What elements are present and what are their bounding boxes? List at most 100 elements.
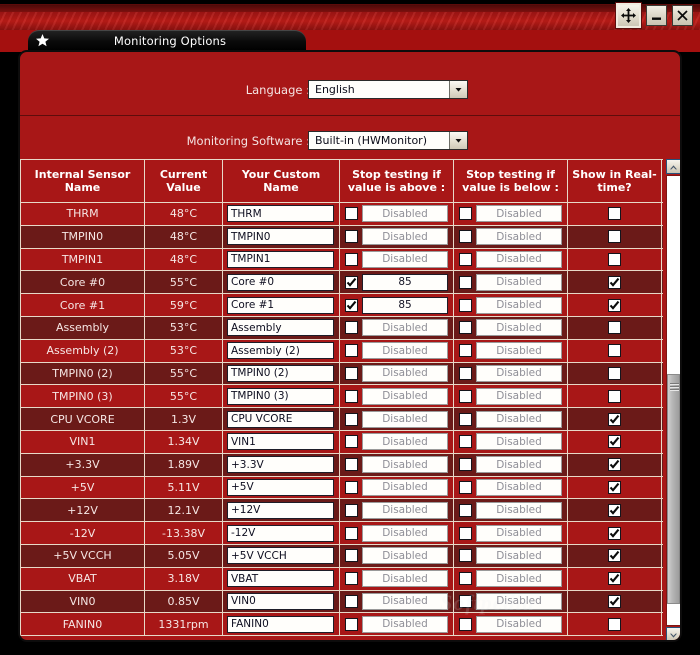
stop-above-checkbox[interactable] bbox=[345, 230, 358, 243]
stop-above-input[interactable]: Disabled bbox=[362, 616, 448, 633]
language-dropdown[interactable]: English bbox=[308, 80, 468, 99]
stop-below-input[interactable]: Disabled bbox=[476, 319, 562, 336]
custom-name-input[interactable]: +12V bbox=[227, 502, 334, 519]
stop-below-input[interactable]: Disabled bbox=[476, 479, 562, 496]
custom-name-input[interactable]: TMPIN0 bbox=[227, 228, 334, 245]
stop-above-input[interactable]: Disabled bbox=[362, 547, 448, 564]
custom-name-input[interactable]: TMPIN1 bbox=[227, 251, 334, 268]
show-realtime-checkbox[interactable] bbox=[608, 595, 621, 608]
stop-below-checkbox[interactable] bbox=[459, 458, 472, 471]
stop-above-checkbox[interactable] bbox=[345, 549, 358, 562]
stop-above-input[interactable]: Disabled bbox=[362, 342, 448, 359]
stop-above-input[interactable]: 85 bbox=[362, 274, 448, 291]
stop-above-input[interactable]: Disabled bbox=[362, 365, 448, 382]
stop-below-checkbox[interactable] bbox=[459, 344, 472, 357]
scroll-down-button[interactable] bbox=[666, 627, 681, 642]
stop-above-checkbox[interactable] bbox=[345, 390, 358, 403]
stop-below-input[interactable]: Disabled bbox=[476, 388, 562, 405]
stop-above-checkbox[interactable] bbox=[345, 253, 358, 266]
show-realtime-checkbox[interactable] bbox=[608, 458, 621, 471]
show-realtime-checkbox[interactable] bbox=[608, 435, 621, 448]
stop-below-input[interactable]: Disabled bbox=[476, 274, 562, 291]
show-realtime-checkbox[interactable] bbox=[608, 504, 621, 517]
stop-above-checkbox[interactable] bbox=[345, 572, 358, 585]
stop-below-checkbox[interactable] bbox=[459, 207, 472, 220]
stop-below-checkbox[interactable] bbox=[459, 572, 472, 585]
stop-below-checkbox[interactable] bbox=[459, 276, 472, 289]
stop-below-input[interactable]: Disabled bbox=[476, 433, 562, 450]
scrollbar-track[interactable] bbox=[666, 175, 681, 626]
show-realtime-checkbox[interactable] bbox=[608, 481, 621, 494]
stop-below-input[interactable]: Disabled bbox=[476, 547, 562, 564]
chevron-down-icon[interactable] bbox=[449, 81, 467, 98]
stop-below-checkbox[interactable] bbox=[459, 253, 472, 266]
stop-below-checkbox[interactable] bbox=[459, 549, 472, 562]
stop-above-checkbox[interactable] bbox=[345, 481, 358, 494]
show-realtime-checkbox[interactable] bbox=[608, 299, 621, 312]
stop-below-input[interactable]: Disabled bbox=[476, 365, 562, 382]
custom-name-input[interactable]: TMPIN0 (3) bbox=[227, 388, 334, 405]
stop-below-input[interactable]: Disabled bbox=[476, 525, 562, 542]
stop-above-checkbox[interactable] bbox=[345, 458, 358, 471]
stop-above-input[interactable]: Disabled bbox=[362, 570, 448, 587]
show-realtime-checkbox[interactable] bbox=[608, 230, 621, 243]
show-realtime-checkbox[interactable] bbox=[608, 276, 621, 289]
custom-name-input[interactable]: VIN1 bbox=[227, 433, 334, 450]
move-resize-button[interactable] bbox=[616, 3, 641, 28]
show-realtime-checkbox[interactable] bbox=[608, 618, 621, 631]
stop-below-checkbox[interactable] bbox=[459, 527, 472, 540]
show-realtime-checkbox[interactable] bbox=[608, 549, 621, 562]
custom-name-input[interactable]: FANIN0 bbox=[227, 616, 334, 633]
show-realtime-checkbox[interactable] bbox=[608, 527, 621, 540]
scrollbar-thumb[interactable] bbox=[667, 374, 680, 604]
custom-name-input[interactable]: Core #1 bbox=[227, 297, 334, 314]
stop-below-input[interactable]: Disabled bbox=[476, 456, 562, 473]
stop-above-input[interactable]: Disabled bbox=[362, 433, 448, 450]
stop-below-checkbox[interactable] bbox=[459, 504, 472, 517]
custom-name-input[interactable]: CPU VCORE bbox=[227, 411, 334, 428]
stop-below-checkbox[interactable] bbox=[459, 230, 472, 243]
stop-below-input[interactable]: Disabled bbox=[476, 251, 562, 268]
stop-above-input[interactable]: Disabled bbox=[362, 593, 448, 610]
show-realtime-checkbox[interactable] bbox=[608, 390, 621, 403]
stop-above-checkbox[interactable] bbox=[345, 527, 358, 540]
stop-below-checkbox[interactable] bbox=[459, 321, 472, 334]
stop-above-input[interactable]: Disabled bbox=[362, 319, 448, 336]
chevron-down-icon[interactable] bbox=[449, 132, 467, 149]
stop-above-input[interactable]: Disabled bbox=[362, 205, 448, 222]
stop-above-input[interactable]: Disabled bbox=[362, 502, 448, 519]
stop-below-checkbox[interactable] bbox=[459, 595, 472, 608]
stop-above-input[interactable]: Disabled bbox=[362, 251, 448, 268]
custom-name-input[interactable]: Assembly (2) bbox=[227, 342, 334, 359]
stop-above-checkbox[interactable] bbox=[345, 435, 358, 448]
show-realtime-checkbox[interactable] bbox=[608, 207, 621, 220]
stop-above-checkbox[interactable] bbox=[345, 276, 358, 289]
stop-below-checkbox[interactable] bbox=[459, 618, 472, 631]
stop-above-input[interactable]: Disabled bbox=[362, 411, 448, 428]
scroll-up-button[interactable] bbox=[666, 159, 681, 174]
stop-below-input[interactable]: Disabled bbox=[476, 228, 562, 245]
stop-above-checkbox[interactable] bbox=[345, 504, 358, 517]
stop-below-input[interactable]: Disabled bbox=[476, 570, 562, 587]
tab-monitoring-options[interactable]: Monitoring Options bbox=[28, 30, 306, 51]
stop-below-input[interactable]: Disabled bbox=[476, 342, 562, 359]
custom-name-input[interactable]: +5V VCCH bbox=[227, 547, 334, 564]
stop-below-input[interactable]: Disabled bbox=[476, 502, 562, 519]
custom-name-input[interactable]: Assembly bbox=[227, 319, 334, 336]
stop-above-input[interactable]: Disabled bbox=[362, 525, 448, 542]
stop-below-input[interactable]: Disabled bbox=[476, 616, 562, 633]
custom-name-input[interactable]: VBAT bbox=[227, 570, 334, 587]
close-button[interactable] bbox=[672, 5, 693, 26]
stop-above-checkbox[interactable] bbox=[345, 413, 358, 426]
stop-below-input[interactable]: Disabled bbox=[476, 297, 562, 314]
custom-name-input[interactable]: Core #0 bbox=[227, 274, 334, 291]
show-realtime-checkbox[interactable] bbox=[608, 321, 621, 334]
stop-above-checkbox[interactable] bbox=[345, 207, 358, 220]
show-realtime-checkbox[interactable] bbox=[608, 367, 621, 380]
minimize-button[interactable] bbox=[646, 5, 667, 26]
stop-above-checkbox[interactable] bbox=[345, 299, 358, 312]
custom-name-input[interactable]: THRM bbox=[227, 205, 334, 222]
stop-below-checkbox[interactable] bbox=[459, 367, 472, 380]
show-realtime-checkbox[interactable] bbox=[608, 253, 621, 266]
stop-below-checkbox[interactable] bbox=[459, 435, 472, 448]
